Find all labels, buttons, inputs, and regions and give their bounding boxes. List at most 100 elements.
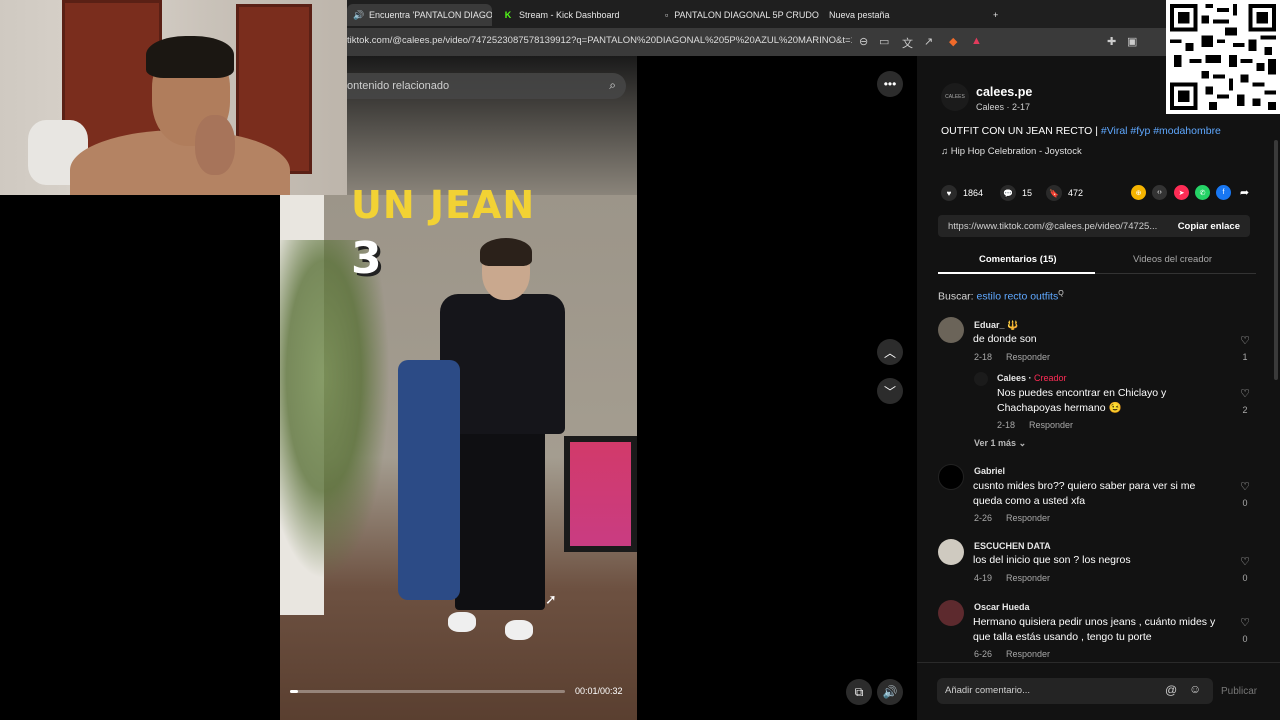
volume-icon[interactable]: 🔊 bbox=[877, 679, 903, 705]
avatar[interactable] bbox=[938, 600, 964, 626]
comment-author[interactable]: Calees · Creador bbox=[997, 373, 1067, 383]
see-more-replies[interactable]: Ver 1 más ⌄ bbox=[974, 438, 1026, 449]
avatar[interactable]: CALEES bbox=[941, 83, 969, 111]
heart-icon[interactable]: ♥ bbox=[941, 185, 957, 201]
comment-input[interactable]: Añadir comentario... @ ☺ bbox=[937, 678, 1213, 704]
reply-button[interactable]: Responder bbox=[1006, 649, 1050, 659]
comment-text: los del inicio que son ? los negros bbox=[973, 554, 1131, 566]
whatsapp-icon[interactable]: ✆ bbox=[1195, 185, 1210, 200]
send-icon[interactable]: ➤ bbox=[1174, 185, 1189, 200]
url-field[interactable]: tiktok.com/@calees.pe/video/747252308757… bbox=[347, 35, 852, 46]
kick-icon: K bbox=[504, 10, 512, 20]
heart-icon[interactable]: ♡ bbox=[1238, 555, 1252, 568]
avatar[interactable] bbox=[938, 464, 964, 490]
tab-pantalon[interactable]: ▫ PANTALON DIAGONAL 5P CRUDO bbox=[659, 4, 819, 26]
tab-kick[interactable]: K Stream - Kick Dashboard bbox=[497, 4, 657, 26]
coin-icon[interactable]: ⊕ bbox=[1131, 185, 1146, 200]
mention-icon[interactable]: @ bbox=[1165, 683, 1177, 697]
tab-label: Nueva pestaña bbox=[829, 10, 890, 20]
like-count: 1 bbox=[1242, 352, 1248, 362]
zoom-icon[interactable]: ⊖ bbox=[859, 35, 868, 48]
tab-comments[interactable]: Comentarios (15) bbox=[979, 254, 1057, 265]
video-time: 00:01/00:32 bbox=[575, 686, 623, 696]
page-icon: ▫ bbox=[665, 10, 669, 20]
webcam-overlay bbox=[0, 0, 347, 195]
comment-author[interactable]: Eduar_ 🔱 bbox=[974, 320, 1018, 331]
avatar[interactable] bbox=[974, 372, 988, 386]
share-link-box: https://www.tiktok.com/@calees.pe/video/… bbox=[938, 215, 1250, 237]
comment-author[interactable]: ESCUCHEN DATA bbox=[974, 541, 1051, 551]
translate-icon[interactable]: 文 bbox=[902, 35, 913, 51]
search-icon[interactable]: ⌕ bbox=[609, 78, 616, 93]
music-line[interactable]: ♫ Hip Hop Celebration - Joystock bbox=[941, 146, 1082, 157]
share-link[interactable]: https://www.tiktok.com/@calees.pe/video/… bbox=[948, 221, 1168, 232]
user-subline: Calees · 2-17 bbox=[976, 102, 1031, 112]
heart-icon[interactable]: ♡ bbox=[1238, 334, 1252, 347]
video-person-hair bbox=[480, 238, 532, 266]
publish-button[interactable]: Publicar bbox=[1221, 686, 1257, 697]
avatar[interactable] bbox=[938, 317, 964, 343]
like-count: 2 bbox=[1242, 405, 1248, 415]
address-bar: tiktok.com/@calees.pe/video/747252308757… bbox=[347, 28, 1280, 56]
username[interactable]: calees.pe bbox=[976, 85, 1032, 99]
comment-meta: 6-26 Responder bbox=[974, 649, 1051, 659]
comment-stat[interactable]: 💬 15 bbox=[1000, 185, 1032, 201]
tab-label: Stream - Kick Dashboard bbox=[519, 10, 620, 20]
like-count: 0 bbox=[1242, 573, 1248, 583]
reply-button[interactable]: Responder bbox=[1006, 352, 1050, 362]
chevron-down-icon[interactable]: ﹀ bbox=[877, 378, 903, 404]
speaker-icon: 🔊 bbox=[353, 9, 365, 20]
creator-badge: Creador bbox=[1034, 373, 1067, 383]
chevron-up-icon[interactable]: ︿ bbox=[877, 339, 903, 365]
like-count: 0 bbox=[1242, 498, 1248, 508]
bookmark-icon[interactable]: 🔖 bbox=[1046, 185, 1062, 201]
reply-button[interactable]: Responder bbox=[1006, 513, 1050, 523]
tab-creator-videos[interactable]: Videos del creador bbox=[1133, 254, 1212, 265]
video-poster bbox=[564, 436, 637, 552]
qr-code bbox=[1166, 0, 1280, 114]
reply-button[interactable]: Responder bbox=[1029, 420, 1073, 430]
new-tab-button[interactable]: + bbox=[987, 4, 1007, 26]
comment-text: Nos puedes encontrar en Chiclayo y Chach… bbox=[997, 387, 1167, 414]
more-options-icon[interactable]: ••• bbox=[877, 71, 903, 97]
heart-icon[interactable]: ♡ bbox=[1238, 480, 1252, 493]
embed-icon[interactable]: ‹› bbox=[1152, 185, 1167, 200]
facebook-icon[interactable]: f bbox=[1216, 185, 1231, 200]
avatar[interactable] bbox=[938, 539, 964, 565]
pip-icon[interactable]: ⧉ bbox=[846, 679, 872, 705]
tab-label: Encuentra 'PANTALON DIAGO bbox=[369, 10, 492, 20]
copy-link-button[interactable]: Copiar enlace bbox=[1178, 221, 1240, 232]
heart-icon[interactable]: ♡ bbox=[1238, 387, 1252, 400]
video-shoe bbox=[505, 620, 533, 640]
music-note-icon: ♫ bbox=[941, 146, 949, 157]
brave-shield-icon[interactable]: ◆ bbox=[949, 35, 957, 48]
save-stat[interactable]: 🔖 472 bbox=[1046, 185, 1083, 201]
comment-author[interactable]: Oscar Hueda bbox=[974, 602, 1030, 612]
active-tab-indicator bbox=[938, 272, 1095, 274]
sidebar-icon[interactable]: ▣ bbox=[1127, 35, 1137, 48]
tab-tiktok[interactable]: 🔊 Encuentra 'PANTALON DIAGO ✕ bbox=[347, 4, 492, 26]
reply-button[interactable]: Responder bbox=[1006, 573, 1050, 583]
comment-icon[interactable]: 💬 bbox=[1000, 185, 1016, 201]
scrollbar[interactable] bbox=[1274, 140, 1278, 380]
video-jeans bbox=[398, 360, 460, 600]
video-progress-bar[interactable] bbox=[290, 690, 565, 693]
chevron-down-icon: ⌄ bbox=[1018, 438, 1027, 448]
related-search-bar[interactable]: ontenido relacionado ⌕ bbox=[347, 73, 626, 99]
search-suggestion[interactable]: Buscar: estilo recto outfitsQ bbox=[938, 290, 1064, 303]
comment-text: Hermano quisiera pedir unos jeans , cuán… bbox=[973, 616, 1216, 643]
post-description: OUTFIT CON UN JEAN RECTO | #Viral #fyp #… bbox=[941, 125, 1221, 137]
emoji-icon[interactable]: ☺ bbox=[1189, 682, 1201, 696]
hashtags[interactable]: #Viral #fyp #modahombre bbox=[1101, 125, 1221, 137]
comment-author[interactable]: Gabriel bbox=[974, 466, 1005, 476]
like-stat[interactable]: ♥ 1864 bbox=[941, 185, 983, 201]
rewards-icon[interactable]: ▲ bbox=[971, 35, 982, 47]
extensions-icon[interactable]: ✚ bbox=[1107, 35, 1116, 48]
tab-new[interactable]: Nueva pestaña bbox=[823, 4, 933, 26]
streamer-hair bbox=[146, 36, 234, 78]
share-icon[interactable]: ↗ bbox=[924, 35, 933, 48]
comment-text: cusnto mides bro?? quiero saber para ver… bbox=[973, 480, 1196, 507]
heart-icon[interactable]: ♡ bbox=[1238, 616, 1252, 629]
screenshot-icon[interactable]: ▭ bbox=[879, 35, 889, 48]
share-arrow-icon[interactable]: ➦ bbox=[1237, 185, 1252, 200]
